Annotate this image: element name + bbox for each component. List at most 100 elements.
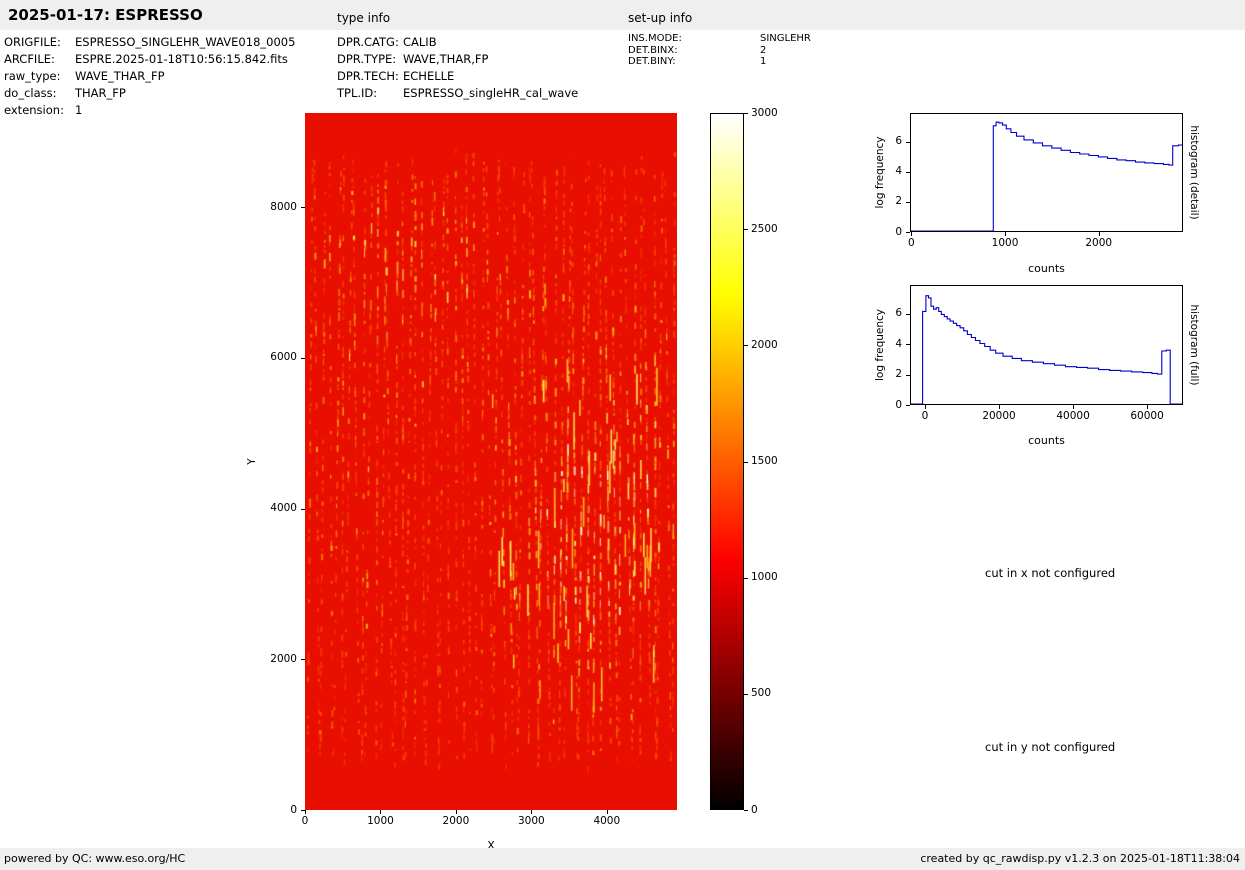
meta-row: DET.BINY:1 <box>628 56 811 68</box>
hist-full-xaxis-label: counts <box>910 434 1183 447</box>
histogram-full-line <box>911 286 1182 404</box>
colorbar-tick-label: 500 <box>751 687 793 700</box>
x-tick-mark <box>531 810 532 814</box>
meta-row: DPR.TECH:ECHELLE <box>337 69 578 86</box>
meta-value: ESPRE.2025-01-18T10:56:15.842.fits <box>75 52 288 69</box>
meta-row: INS.MODE:SINGLEHR <box>628 33 811 45</box>
y-tick-mark <box>906 202 910 203</box>
meta-label: DET.BINY: <box>628 56 760 68</box>
y-tick-mark <box>906 405 910 406</box>
meta-value: 1 <box>75 103 82 120</box>
x-tick-label: 40000 <box>1043 410 1103 423</box>
meta-value: WAVE,THAR,FP <box>403 52 488 69</box>
meta-row: ARCFILE:ESPRE.2025-01-18T10:56:15.842.fi… <box>4 52 295 69</box>
meta-label: DET.BINX: <box>628 45 760 57</box>
colorbar-tick-mark <box>744 229 748 230</box>
y-tick-label: 8000 <box>257 201 297 214</box>
y-tick-mark <box>906 142 910 143</box>
meta-row: ORIGFILE:ESPRESSO_SINGLEHR_WAVE018_0005 <box>4 35 295 52</box>
colorbar-tick-label: 2000 <box>751 339 793 352</box>
meta-row: DET.BINX:2 <box>628 45 811 57</box>
cut-y-message: cut in y not configured <box>985 740 1115 754</box>
meta-label: INS.MODE: <box>628 33 760 45</box>
y-tick-label: 2000 <box>257 653 297 666</box>
x-tick-label: 1000 <box>350 815 410 828</box>
meta-value: WAVE_THAR_FP <box>75 69 165 86</box>
y-tick-label: 2 <box>862 368 902 381</box>
x-tick-label: 20000 <box>969 410 1029 423</box>
histogram-detail-line <box>911 114 1182 231</box>
meta-label: raw_type: <box>4 69 75 86</box>
footer-credit: powered by QC: www.eso.org/HC <box>4 852 185 865</box>
y-tick-label: 6 <box>862 135 902 148</box>
y-tick-label: 4 <box>862 338 902 351</box>
y-tick-label: 6 <box>862 307 902 320</box>
meta-row: raw_type:WAVE_THAR_FP <box>4 69 295 86</box>
meta-label: TPL.ID: <box>337 86 403 103</box>
type-info-heading: type info <box>337 11 390 25</box>
colorbar-tick-mark <box>744 462 748 463</box>
x-tick-mark <box>380 810 381 814</box>
meta-label: DPR.CATG: <box>337 35 403 52</box>
histogram-full-plot <box>910 285 1183 405</box>
x-tick-label: 60000 <box>1117 410 1177 423</box>
meta-label: ORIGFILE: <box>4 35 75 52</box>
x-tick-label: 0 <box>275 815 335 828</box>
meta-value: 2 <box>760 45 766 57</box>
raw-frame-heatmap <box>305 113 677 810</box>
y-tick-mark <box>906 172 910 173</box>
colorbar-tick-label: 1500 <box>751 455 793 468</box>
y-tick-mark <box>906 344 910 345</box>
y-tick-label: 6000 <box>257 351 297 364</box>
meta-label: do_class: <box>4 86 75 103</box>
colorbar-tick-mark <box>744 810 748 811</box>
x-tick-mark <box>1147 405 1148 409</box>
y-tick-label: 4 <box>862 165 902 178</box>
colorbar <box>710 113 744 810</box>
histogram-step-line <box>911 296 1182 404</box>
meta-value: SINGLEHR <box>760 33 811 45</box>
setup-info-block: INS.MODE:SINGLEHRDET.BINX:2DET.BINY:1 <box>628 33 811 68</box>
file-info-block: ORIGFILE:ESPRESSO_SINGLEHR_WAVE018_0005A… <box>4 35 295 120</box>
y-tick-mark <box>301 207 305 208</box>
x-tick-label: 0 <box>895 410 955 423</box>
meta-value: CALIB <box>403 35 437 52</box>
meta-value: ESPRESSO_SINGLEHR_WAVE018_0005 <box>75 35 295 52</box>
x-tick-label: 0 <box>881 237 941 250</box>
hist-full-right-label: histogram (full) <box>1188 285 1200 405</box>
colorbar-tick-mark <box>744 694 748 695</box>
histogram-step-line <box>911 122 1182 231</box>
x-tick-label: 2000 <box>426 815 486 828</box>
meta-label: DPR.TYPE: <box>337 52 403 69</box>
y-tick-label: 2 <box>862 195 902 208</box>
y-tick-mark <box>301 810 305 811</box>
hist-detail-right-label: histogram (detail) <box>1188 113 1200 232</box>
type-info-block: DPR.CATG:CALIBDPR.TYPE:WAVE,THAR,FPDPR.T… <box>337 35 578 103</box>
colorbar-tick-label: 3000 <box>751 107 793 120</box>
cut-x-message: cut in x not configured <box>985 566 1115 580</box>
meta-row: DPR.CATG:CALIB <box>337 35 578 52</box>
colorbar-tick-label: 0 <box>751 804 793 817</box>
colorbar-tick-mark <box>744 345 748 346</box>
x-tick-mark <box>1099 232 1100 236</box>
colorbar-tick-mark <box>744 113 748 114</box>
y-tick-mark <box>906 375 910 376</box>
qc-report-page: 2025-01-17: ESPRESSO type info set-up in… <box>0 0 1245 870</box>
y-tick-mark <box>906 314 910 315</box>
y-tick-mark <box>301 509 305 510</box>
setup-info-heading: set-up info <box>628 11 692 25</box>
y-tick-label: 0 <box>257 804 297 817</box>
meta-row: do_class:THAR_FP <box>4 86 295 103</box>
main-yaxis-label: Y <box>246 113 258 810</box>
x-tick-label: 1000 <box>975 237 1035 250</box>
meta-label: ARCFILE: <box>4 52 75 69</box>
colorbar-tick-mark <box>744 578 748 579</box>
page-title: 2025-01-17: ESPRESSO <box>8 6 203 24</box>
x-tick-mark <box>911 232 912 236</box>
x-tick-mark <box>456 810 457 814</box>
meta-row: TPL.ID:ESPRESSO_singleHR_cal_wave <box>337 86 578 103</box>
meta-value: THAR_FP <box>75 86 126 103</box>
y-tick-mark <box>301 358 305 359</box>
y-tick-mark <box>906 232 910 233</box>
x-tick-label: 2000 <box>1069 237 1129 250</box>
